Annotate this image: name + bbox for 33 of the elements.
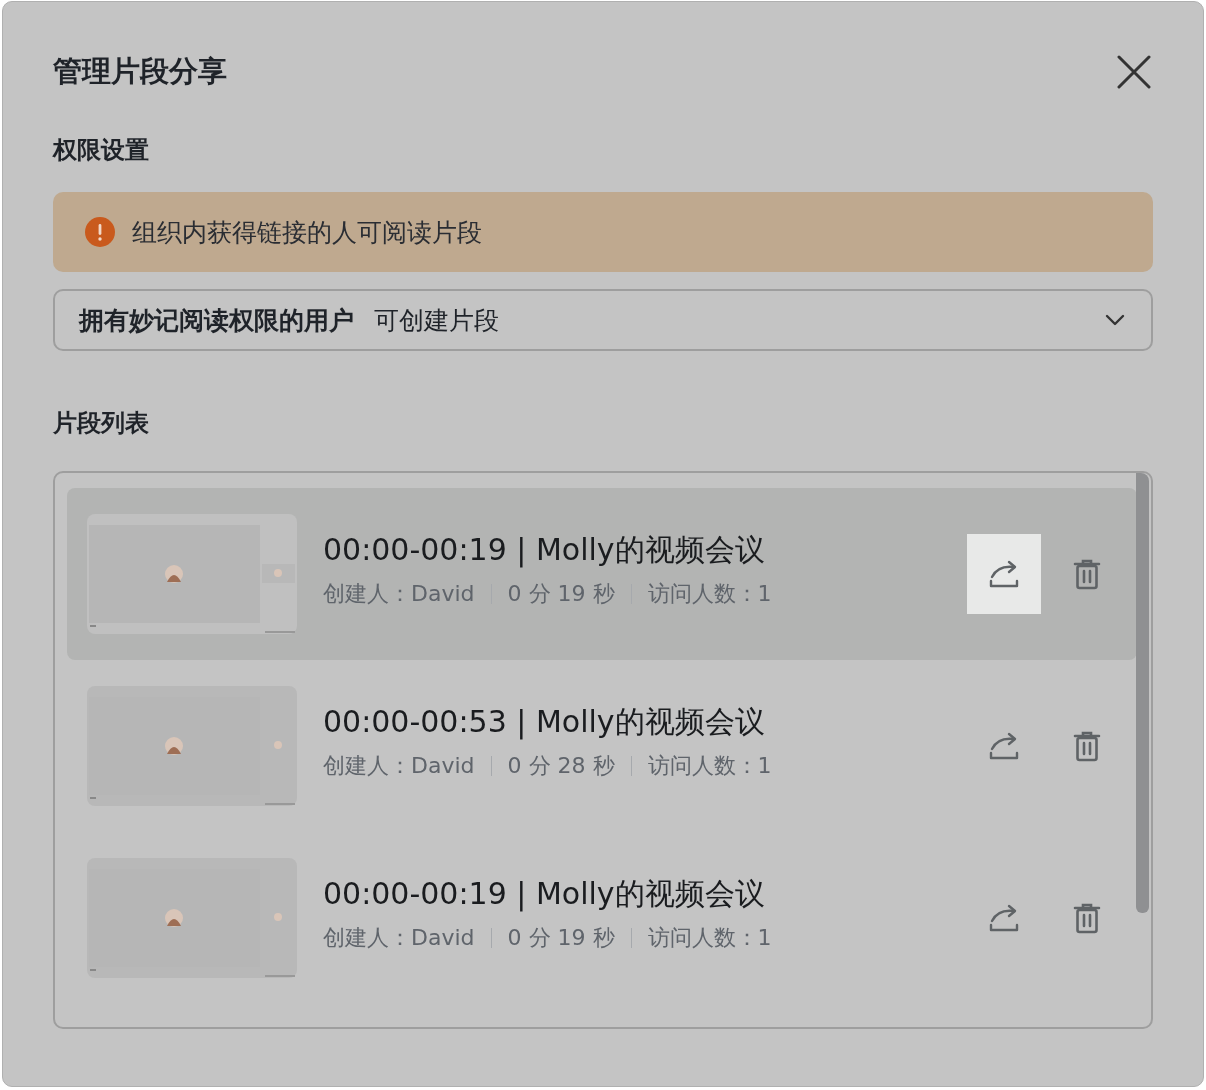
clip-row[interactable]: 00:00-00:19 | Molly的视频会议 创建人：David 0 分 19 秒 访问人数：1 (67, 488, 1137, 660)
clip-title: 00:00-00:19 | Molly的视频会议 (323, 874, 766, 914)
clip-visitors: 访问人数：1 (647, 751, 772, 780)
close-icon[interactable] (1117, 55, 1151, 89)
clip-row[interactable]: 00:00-00:19 | Molly的视频会议 创建人：David 0 分 19 秒 访问人数：1 (67, 832, 1137, 1004)
section-heading: 片段列表 (53, 408, 150, 439)
clip-title: 00:00-00:19 | Molly的视频会议 (323, 530, 766, 570)
clip-visitors: 访问人数：1 (647, 579, 772, 608)
section-heading: 权限设置 (53, 135, 150, 166)
select-value: 可创建片段 (374, 304, 499, 337)
clip-title: 00:00-00:53 | Molly的视频会议 (323, 702, 766, 742)
share-button[interactable] (967, 534, 1041, 614)
clip-creator: 创建人：David (323, 923, 475, 952)
alert-text: 组织内获得链接的人可阅读片段 (132, 216, 482, 249)
select-label: 拥有妙记阅读权限的用户 (79, 304, 354, 337)
clip-creator: 创建人：David (323, 751, 475, 780)
share-icon (988, 559, 1020, 589)
share-icon (988, 903, 1020, 933)
delete-icon[interactable] (1073, 558, 1101, 590)
clip-duration: 0 分 28 秒 (507, 751, 615, 780)
clip-visitors: 访问人数：1 (647, 923, 772, 952)
clip-row[interactable]: 00:00-00:53 | Molly的视频会议 创建人：David 0 分 28 秒 访问人数：1 (67, 660, 1137, 832)
warning-icon (84, 216, 116, 248)
scrollbar[interactable] (1136, 473, 1149, 913)
delete-icon[interactable] (1073, 730, 1101, 762)
clip-duration: 0 分 19 秒 (507, 579, 615, 608)
clip-duration: 0 分 19 秒 (507, 923, 615, 952)
clip-creator: 创建人：David (323, 579, 475, 608)
chevron-down-icon (1105, 314, 1125, 326)
share-icon (988, 731, 1020, 761)
delete-icon[interactable] (1073, 902, 1101, 934)
dialog-title: 管理片段分享 (53, 53, 227, 90)
permission-select[interactable]: 拥有妙记阅读权限的用户 可创建片段 (53, 289, 1153, 351)
